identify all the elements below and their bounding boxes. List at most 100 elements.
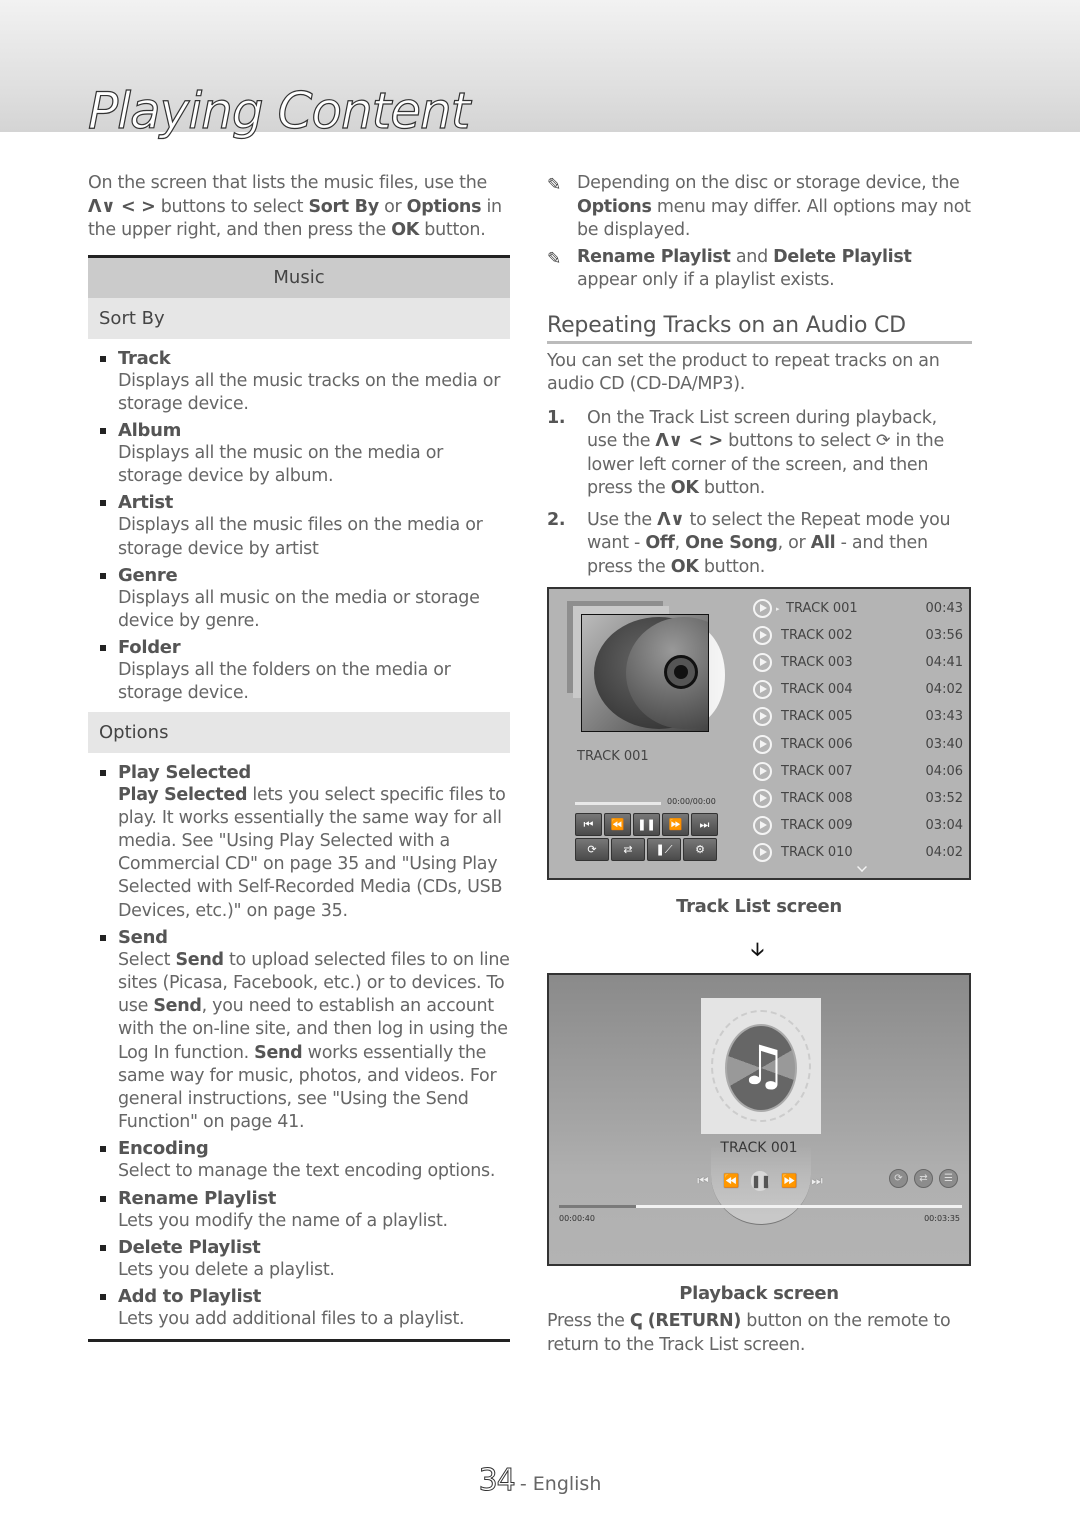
intro-paragraph: On the screen that lists the music files… xyxy=(88,173,502,240)
return-icon: ↅ xyxy=(629,1311,643,1331)
cd-case-icon xyxy=(581,614,709,732)
track-duration: 03:56 xyxy=(925,628,963,644)
total-time: 00:03:35 xyxy=(924,1214,960,1223)
track-duration: 03:43 xyxy=(925,709,963,725)
repeat-icon[interactable]: ⟳ xyxy=(889,1169,908,1188)
play-circle-icon xyxy=(753,788,772,808)
track-duration: 03:40 xyxy=(925,736,963,752)
track-name: TRACK 004 xyxy=(781,682,853,698)
track-duration: 04:06 xyxy=(925,763,963,779)
track-name: TRACK 002 xyxy=(781,628,853,644)
track-duration: 04:41 xyxy=(925,655,963,671)
page-footer: 34 - English xyxy=(0,1463,1080,1499)
track-list-screen: TRACK 001 00:00/00:00 ⏮ ⏪ ❚❚ ⏩ ⏭ ⟳ ⇄ ❚⟋ … xyxy=(547,587,971,880)
track-row[interactable]: TRACK 009 03:04 xyxy=(753,812,963,839)
shuffle-icon: ⇄ xyxy=(623,843,633,856)
pause-icon[interactable]: ❚❚ xyxy=(751,1171,771,1191)
section-heading: Repeating Tracks on an Audio CD xyxy=(547,313,972,344)
track-row[interactable]: ▸ TRACK 001 00:43 xyxy=(753,595,963,622)
play-circle-icon xyxy=(753,653,772,673)
play-circle-icon xyxy=(753,761,772,781)
sort-by-header: Sort By xyxy=(88,297,510,339)
album-art: ♫ xyxy=(701,998,821,1134)
track-row[interactable]: TRACK 005 03:43 xyxy=(753,703,963,730)
arrow-buttons-icon: Λ∨ < > xyxy=(88,196,156,217)
track-row[interactable]: TRACK 008 03:52 xyxy=(753,785,963,812)
skip-forward-icon[interactable]: ⏭ xyxy=(809,1174,825,1189)
play-circle-icon xyxy=(753,680,772,700)
play-circle-icon xyxy=(753,842,772,862)
playback-controls: ⏮ ⏪ ❚❚ ⏩ ⏭ xyxy=(695,1171,825,1191)
playback-caption: Playback screen xyxy=(679,1283,839,1304)
repeat-button[interactable]: ⟳ xyxy=(575,838,609,861)
play-circle-icon xyxy=(753,599,772,619)
fast-forward-icon[interactable]: ⏩ xyxy=(781,1174,797,1189)
progress-bar[interactable] xyxy=(575,802,661,805)
music-note-icon: ♫ xyxy=(739,1034,788,1097)
settings-button[interactable]: ⚙ xyxy=(683,838,717,861)
table-header: Music xyxy=(88,257,510,298)
shuffle-button[interactable]: ⇄ xyxy=(611,838,645,861)
play-circle-icon xyxy=(753,626,772,646)
shuffle-icon[interactable]: ⇄ xyxy=(914,1169,933,1188)
track-duration: 03:04 xyxy=(925,817,963,833)
track-duration: 04:02 xyxy=(925,844,963,860)
track-name: TRACK 006 xyxy=(781,736,853,752)
options-header: Options xyxy=(88,711,510,753)
next-track-button[interactable]: ⏭ xyxy=(691,813,718,836)
playlist-icon[interactable]: ☰ xyxy=(939,1169,958,1188)
sort-by-list: Track Displays all the music tracks on th… xyxy=(88,347,510,706)
list-item: Rename Playlist Lets you modify the name … xyxy=(88,1187,510,1233)
rewind-button[interactable]: ⏪ xyxy=(604,813,631,836)
progress-fill xyxy=(559,1205,636,1208)
track-row[interactable]: TRACK 003 04:41 xyxy=(753,649,963,676)
track-list-caption: Track List screen xyxy=(676,896,842,917)
track-row[interactable]: TRACK 010 04:02 xyxy=(753,839,963,866)
skip-forward-icon: ⏭ xyxy=(699,817,710,831)
list-item: Artist Displays all the music files on th… xyxy=(88,491,510,560)
previous-track-button[interactable]: ⏮ xyxy=(575,813,602,836)
list-item: Album Displays all the music on the media… xyxy=(88,419,510,488)
track-name: TRACK 010 xyxy=(781,844,853,860)
track-row[interactable]: TRACK 006 03:40 xyxy=(753,730,963,757)
step: 1. On the Track List screen during playb… xyxy=(547,407,944,499)
track-duration: 00:43 xyxy=(925,601,963,617)
track-row[interactable]: TRACK 002 03:56 xyxy=(753,622,963,649)
step: 2. Use the Λ∨ to select the Repeat mode … xyxy=(547,509,951,577)
elapsed-time: 00:00:40 xyxy=(559,1214,595,1223)
music-table: Music Sort By Track Displays all the musi… xyxy=(88,254,510,1343)
fast-forward-button[interactable]: ⏩ xyxy=(662,813,689,836)
time-readout: 00:00/00:00 xyxy=(667,797,716,806)
repeat-icon: ⟳ xyxy=(875,431,891,451)
pencil-note-icon: ✎ xyxy=(547,175,561,195)
repeat-off-icon: ⟳ xyxy=(587,843,597,856)
pause-button[interactable]: ❚❚ xyxy=(633,813,660,836)
fast-forward-icon: ⏩ xyxy=(668,818,683,831)
track-row[interactable]: TRACK 004 04:02 xyxy=(753,676,963,703)
pencil-note-icon: ✎ xyxy=(547,248,561,269)
table-bottom-rule xyxy=(88,1339,510,1343)
bd-wise-button[interactable]: ❚⟋ xyxy=(647,838,681,861)
list-item: Genre Displays all music on the media or … xyxy=(88,564,510,633)
track-row[interactable]: TRACK 007 04:06 xyxy=(753,758,963,785)
list-item: Folder Displays all the folders on the me… xyxy=(88,636,510,705)
now-playing-label: TRACK 001 xyxy=(577,749,649,764)
rewind-icon[interactable]: ⏪ xyxy=(723,1174,739,1189)
track-name: TRACK 008 xyxy=(781,790,853,806)
list-item: Track Displays all the music tracks on th… xyxy=(88,347,510,416)
list-item: Encoding Select to manage the text encodi… xyxy=(88,1137,510,1183)
return-note: Press the ↅ (RETURN) button on the remot… xyxy=(547,1311,951,1355)
skip-back-icon: ⏮ xyxy=(583,817,594,831)
arrow-down-icon: 🡣 xyxy=(751,939,764,960)
current-track-indicator-icon: ▸ xyxy=(776,604,780,613)
progress-bar[interactable] xyxy=(559,1205,962,1208)
track-name: TRACK 003 xyxy=(781,655,853,671)
track-list: ▸ TRACK 001 00:43 TRACK 002 03:56 TRACK 003 04… xyxy=(753,595,963,866)
list-item: Send Select Send to upload selected file… xyxy=(88,926,510,1135)
page-title: Playing Content xyxy=(87,81,471,140)
skip-back-icon[interactable]: ⏮ xyxy=(695,1174,711,1189)
track-name: TRACK 001 xyxy=(786,601,858,617)
left-column: On the screen that lists the music files… xyxy=(88,172,510,1343)
play-circle-icon xyxy=(753,815,772,835)
track-duration: 04:02 xyxy=(925,682,963,698)
